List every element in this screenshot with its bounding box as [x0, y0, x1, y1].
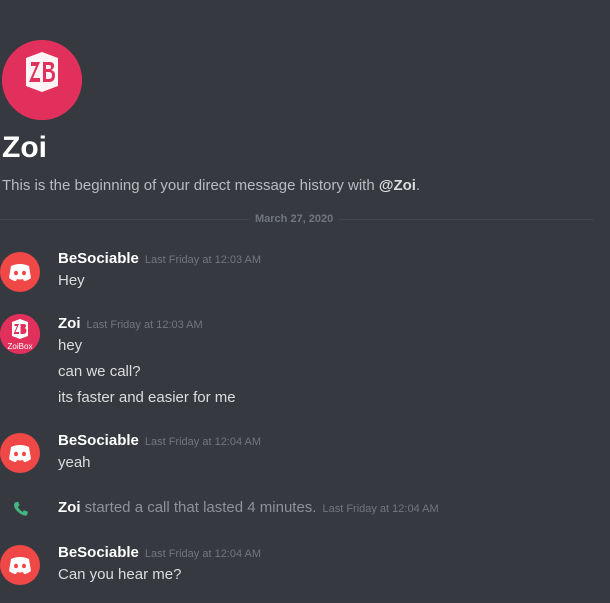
message-timestamp: Last Friday at 12:03 AM	[86, 319, 203, 331]
call-system-message: Zoi started a call that lasted 4 minutes…	[58, 498, 439, 519]
page-title: Zoi	[2, 131, 47, 164]
message-header: BeSociable Last Friday at 12:03 AM	[58, 249, 261, 270]
message-author[interactable]: Zoi	[58, 315, 81, 332]
message-text: hey	[58, 337, 83, 354]
message-author[interactable]: BeSociable	[58, 250, 139, 267]
message-timestamp: Last Friday at 12:04 AM	[322, 503, 439, 515]
discord-logo-avatar[interactable]	[0, 252, 40, 292]
message-timestamp: Last Friday at 12:04 AM	[144, 548, 262, 560]
date-divider-label: March 27, 2020	[249, 211, 340, 227]
zoibox-logo-avatar[interactable]: ZoiBox	[0, 314, 40, 354]
discord-logo-avatar[interactable]	[0, 545, 40, 585]
message-author[interactable]: BeSociable	[58, 544, 139, 561]
user-mention[interactable]: @Zoi	[379, 177, 416, 194]
message-timestamp: Last Friday at 12:04 AM	[144, 436, 262, 448]
message-text: Can you hear me?	[58, 566, 182, 583]
dm-chat-view: Zoi This is the beginning of your direct…	[0, 0, 610, 603]
message-text: its faster and easier for me	[58, 389, 236, 406]
message-text: can we call?	[58, 363, 141, 380]
phone-icon	[13, 501, 28, 516]
zoibox-logo-avatar[interactable]	[2, 40, 82, 120]
intro-description-end: .	[415, 177, 421, 194]
intro-description-text: This is the beginning of your direct mes…	[2, 177, 379, 194]
message-author[interactable]: Zoi	[58, 499, 81, 516]
message-header: BeSociable Last Friday at 12:04 AM	[58, 431, 261, 452]
logo-text: ZoiBox	[8, 342, 33, 351]
discord-logo-icon	[9, 557, 31, 574]
system-message-text: started a call that lasted 4 minutes.	[80, 499, 317, 516]
message-text: Hey	[58, 272, 85, 289]
discord-logo-icon	[9, 264, 31, 281]
zoibox-logo-icon: ZoiBox	[0, 314, 40, 354]
message-header: BeSociable Last Friday at 12:04 AM	[58, 543, 261, 564]
message-timestamp: Last Friday at 12:03 AM	[144, 254, 262, 266]
discord-logo-icon	[9, 445, 31, 462]
zoibox-logo-icon	[2, 40, 82, 120]
message-author[interactable]: BeSociable	[58, 432, 139, 449]
intro-description: This is the beginning of your direct mes…	[2, 176, 420, 196]
message-text: yeah	[58, 454, 91, 471]
discord-logo-avatar[interactable]	[0, 433, 40, 473]
message-header: Zoi Last Friday at 12:03 AM	[58, 314, 203, 335]
